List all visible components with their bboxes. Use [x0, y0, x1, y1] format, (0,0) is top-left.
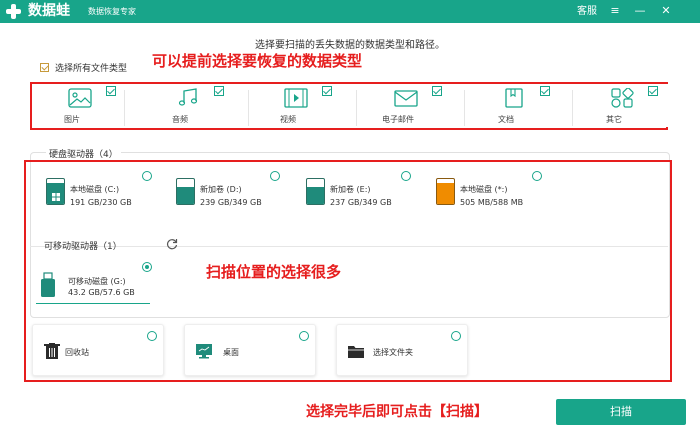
drive-d-radio[interactable] — [270, 171, 280, 181]
app-subtitle: 数据恢复专家 — [88, 7, 136, 16]
drive-size: 237 GB/349 GB — [330, 198, 392, 207]
type-card-document[interactable]: 文档 — [468, 84, 560, 127]
hard-drive-icon — [176, 178, 195, 205]
type-label: 其它 — [606, 115, 622, 124]
email-icon — [394, 90, 418, 107]
menu-icon[interactable]: ≡ — [607, 3, 623, 19]
location-label: 选择文件夹 — [373, 348, 413, 357]
video-icon — [284, 88, 308, 108]
drive-name: 可移动磁盘 (G:) — [68, 277, 126, 286]
image-icon — [68, 88, 92, 108]
drive-name: 新加卷 (D:) — [200, 185, 242, 194]
removable-title: 可移动驱动器（1） — [44, 242, 122, 252]
usb-drive-icon — [41, 272, 55, 297]
drive-name: 本地磁盘 (*:) — [460, 185, 508, 194]
annotation-types-hint: 可以提前选择要恢复的数据类型 — [152, 52, 363, 70]
drive-star-radio[interactable] — [532, 171, 542, 181]
drive-star[interactable]: 本地磁盘 (*:) 505 MB/588 MB — [436, 178, 546, 208]
select-all-label: 选择所有文件类型 — [55, 64, 128, 74]
support-button[interactable]: 客服 — [577, 5, 597, 18]
divider — [356, 90, 357, 126]
divider — [248, 90, 249, 126]
type-checkbox[interactable] — [540, 86, 550, 96]
type-card-video[interactable]: 视频 — [250, 84, 342, 127]
drive-name: 新加卷 (E:) — [330, 185, 371, 194]
type-card-other[interactable]: 其它 — [576, 84, 668, 127]
drive-e[interactable]: 新加卷 (E:) 237 GB/349 GB — [306, 178, 416, 208]
location-radio[interactable] — [451, 331, 461, 341]
type-label: 视频 — [280, 115, 296, 124]
drive-usage-fill — [177, 187, 194, 204]
title-bar: 数据蛙 数据恢复专家 客服 ≡ — ✕ — [0, 0, 700, 23]
type-card-email[interactable]: 电子邮件 — [360, 84, 452, 127]
usb-drive-g[interactable]: 可移动磁盘 (G:) 43.2 GB/57.6 GB — [36, 268, 150, 304]
location-desktop[interactable]: 桌面 — [184, 324, 316, 376]
type-label: 音频 — [172, 115, 188, 124]
hard-drive-icon — [436, 178, 455, 205]
type-checkbox[interactable] — [648, 86, 658, 96]
hard-drive-icon — [46, 178, 65, 205]
recycle-bin-icon — [44, 343, 60, 359]
drive-e-radio[interactable] — [401, 171, 411, 181]
location-select-folder[interactable]: 选择文件夹 — [336, 324, 468, 376]
hard-drive-icon — [306, 178, 325, 205]
drive-size: 239 GB/349 GB — [200, 198, 262, 207]
document-icon — [505, 88, 523, 108]
app-name: 数据蛙 — [28, 3, 70, 19]
checkbox-icon — [40, 63, 49, 72]
app-logo-icon — [6, 4, 21, 19]
location-label: 桌面 — [223, 348, 239, 357]
location-radio[interactable] — [299, 331, 309, 341]
folder-icon — [348, 346, 364, 358]
type-card-image[interactable]: 图片 — [34, 84, 126, 127]
hard-drives-title: 硬盘驱动器（4） — [46, 147, 121, 160]
type-label: 文档 — [498, 115, 514, 124]
drive-c-radio[interactable] — [142, 171, 152, 181]
type-label: 电子邮件 — [382, 115, 414, 124]
scan-button[interactable]: 扫描 — [556, 399, 686, 425]
annotation-scan-hint: 选择完毕后即可点击【扫描】 — [306, 404, 488, 420]
divider — [124, 90, 125, 126]
drive-size: 191 GB/230 GB — [70, 198, 132, 207]
drive-c[interactable]: 本地磁盘 (C:) 191 GB/230 GB — [46, 178, 156, 208]
location-label: 回收站 — [65, 348, 89, 357]
windows-icon — [52, 193, 60, 201]
type-label: 图片 — [64, 115, 80, 124]
type-card-audio[interactable]: 音频 — [142, 84, 234, 127]
location-radio[interactable] — [147, 331, 157, 341]
minimize-icon[interactable]: — — [632, 3, 648, 19]
drive-name: 本地磁盘 (C:) — [70, 185, 120, 194]
drive-usage-fill — [307, 187, 324, 204]
type-checkbox[interactable] — [106, 86, 116, 96]
close-icon[interactable]: ✕ — [658, 3, 674, 19]
other-icon — [611, 88, 634, 108]
usb-drive-g-radio[interactable] — [142, 262, 152, 272]
divider — [464, 90, 465, 126]
select-all-checkbox[interactable]: 选择所有文件类型 — [40, 61, 127, 74]
type-checkbox[interactable] — [432, 86, 442, 96]
divider — [572, 90, 573, 126]
type-checkbox[interactable] — [322, 86, 332, 96]
desktop-icon — [196, 344, 212, 359]
annotation-locations-hint: 扫描位置的选择很多 — [206, 263, 342, 281]
music-icon — [178, 88, 198, 106]
location-recycle-bin[interactable]: 回收站 — [32, 324, 164, 376]
refresh-icon[interactable] — [166, 238, 178, 250]
type-checkbox[interactable] — [214, 86, 224, 96]
drive-size: 505 MB/588 MB — [460, 198, 524, 207]
drive-usage-fill — [437, 182, 454, 204]
drive-size: 43.2 GB/57.6 GB — [68, 288, 135, 297]
drive-d[interactable]: 新加卷 (D:) 239 GB/349 GB — [176, 178, 286, 208]
